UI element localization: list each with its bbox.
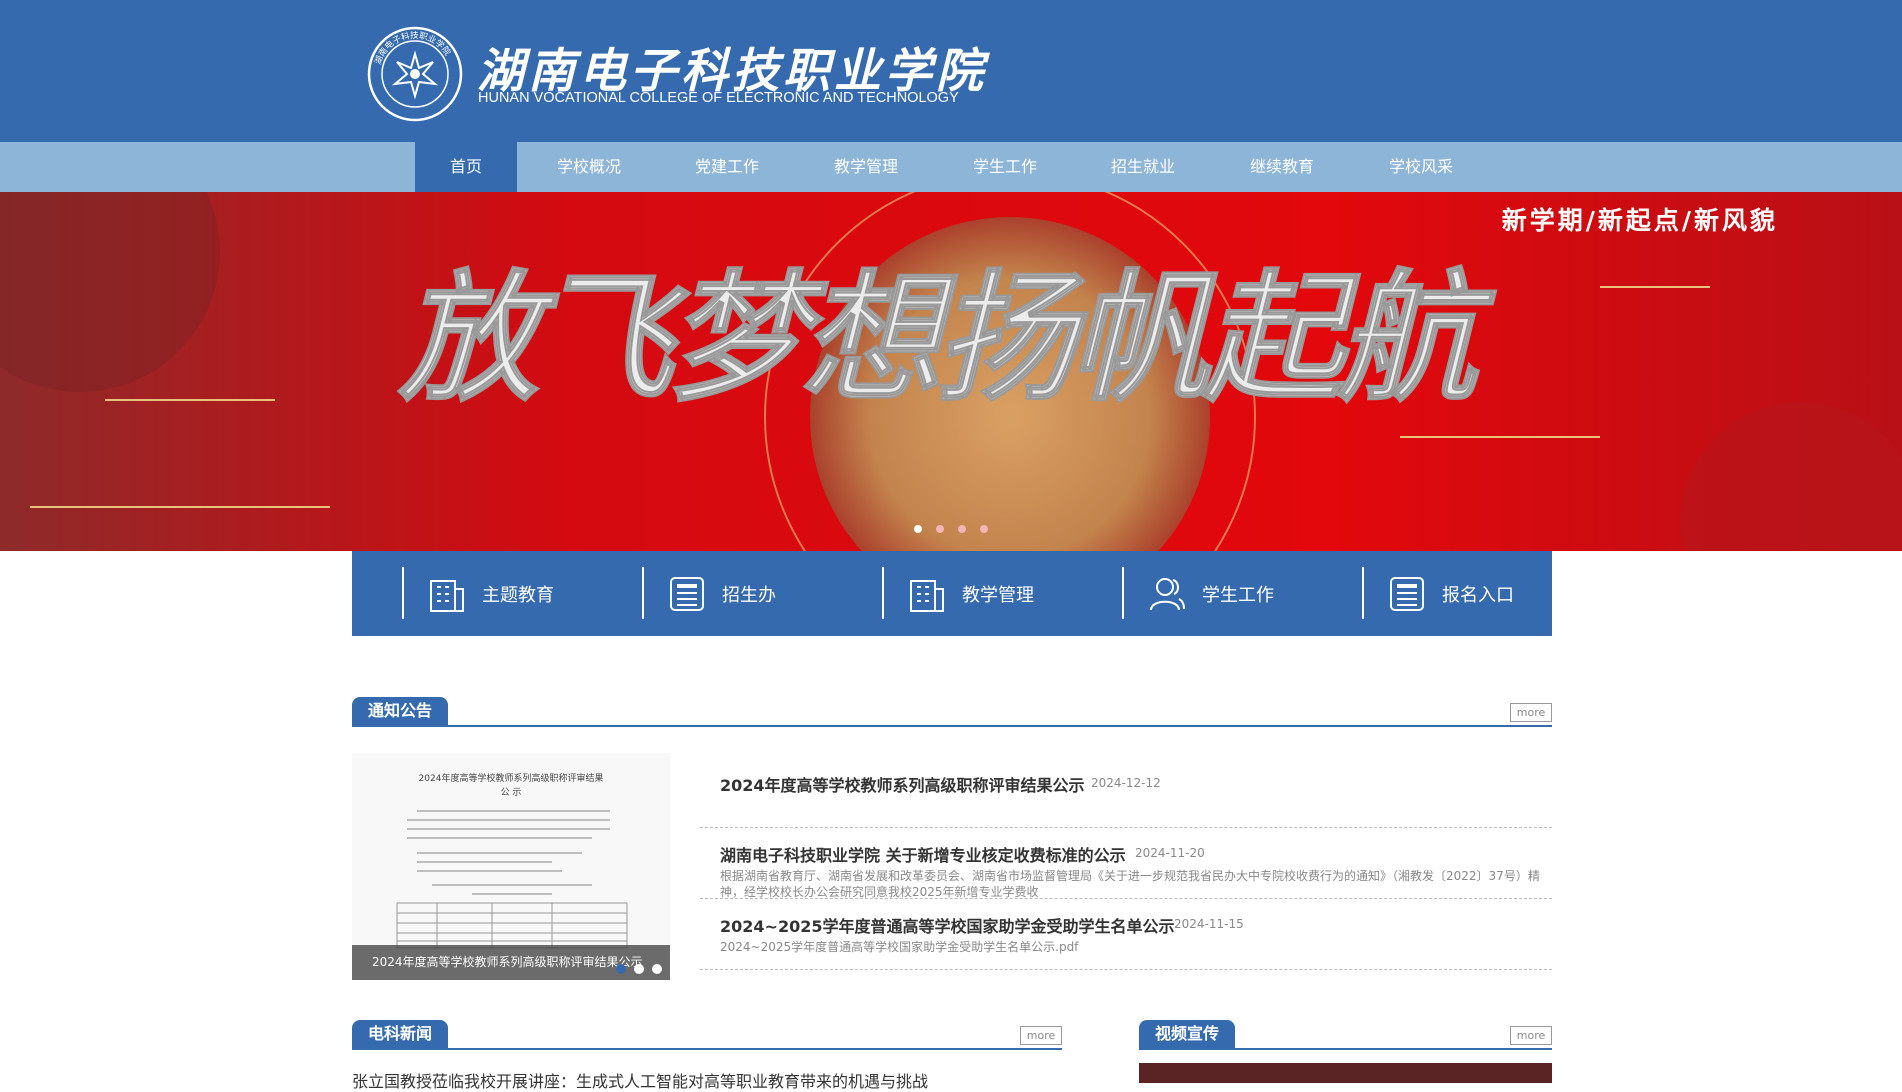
notice-date: 2024-11-15 <box>1174 917 1244 931</box>
quick-link-admissions-office[interactable]: 招生办 <box>642 567 842 619</box>
main-nav: 首页 学校概况 党建工作 教学管理 学生工作 招生就业 继续教育 学校风采 <box>0 142 1902 192</box>
nav-item-continuing[interactable]: 继续教育 <box>1231 142 1333 192</box>
slide-dot[interactable] <box>652 964 662 974</box>
college-name-en: HUNAN VOCATIONAL COLLEGE OF ELECTRONIC A… <box>478 90 959 106</box>
notices-header: 通知公告 more <box>352 697 1552 727</box>
quick-link-student-affairs[interactable]: 学生工作 <box>1122 567 1322 619</box>
quick-link-teaching[interactable]: 教学管理 <box>882 567 1082 619</box>
list-item[interactable]: 2024~2025学年度普通高等学校国家助学金受助学生名单公示 2024-11-… <box>700 899 1552 970</box>
quick-link-label: 主题教育 <box>482 585 554 606</box>
notice-slideshow-dots <box>608 959 662 978</box>
notice-summary: 2024~2025学年度普通高等学校国家助学金受助学生名单公示.pdf <box>720 940 1079 954</box>
notices-more-button[interactable]: more <box>1510 703 1552 722</box>
notice-list: 2024年度高等学校教师系列高级职称评审结果公示 2024-12-12 湖南电子… <box>700 748 1552 970</box>
list-item[interactable]: 2024年度高等学校教师系列高级职称评审结果公示 2024-12-12 <box>700 748 1552 828</box>
video-thumbnail[interactable] <box>1139 1063 1552 1083</box>
quick-link-label: 教学管理 <box>962 585 1034 606</box>
news-header: 电科新闻 more <box>352 1020 1062 1050</box>
slide-dot[interactable] <box>634 964 644 974</box>
nav-item-gallery[interactable]: 学校风采 <box>1370 142 1472 192</box>
slogan-small: 新学期/新起点/新风貌 <box>1502 206 1778 235</box>
notice-title[interactable]: 湖南电子科技职业学院 关于新增专业核定收费标准的公示 <box>720 842 1126 866</box>
news-more-button[interactable]: more <box>1020 1026 1062 1045</box>
notice-slideshow[interactable]: 2024年度高等学校教师系列高级职称评审结果 公 示 2024年度高等学校教师系… <box>352 753 670 980</box>
quick-link-theme-education[interactable]: 主题教育 <box>402 567 602 619</box>
nav-item-party[interactable]: 党建工作 <box>676 142 778 192</box>
hero-banner[interactable]: 新学期/新起点/新风貌 放飞梦想扬帆起航 <box>0 192 1902 551</box>
svg-text:公 示: 公 示 <box>501 787 522 798</box>
news-item[interactable]: 张立国教授莅临我校开展讲座：生成式人工智能对高等职业教育带来的机遇与挑战 <box>352 1068 928 1092</box>
site-logo[interactable]: 湖南电子科技职业学院 湖南电子科技职业学院 HUNAN VOCATIONAL C… <box>367 26 983 122</box>
quick-link-label: 报名入口 <box>1442 585 1514 606</box>
quick-link-label: 招生办 <box>722 585 776 606</box>
news-title[interactable]: 电科新闻 <box>352 1020 449 1048</box>
nav-item-teaching[interactable]: 教学管理 <box>815 142 917 192</box>
nav-item-admission[interactable]: 招生就业 <box>1092 142 1194 192</box>
carousel-dot[interactable] <box>914 525 922 533</box>
svg-text:2024年度高等学校教师系列高级职称评审结果: 2024年度高等学校教师系列高级职称评审结果 <box>419 772 604 784</box>
building-icon <box>910 580 944 612</box>
nav-item-about[interactable]: 学校概况 <box>538 142 640 192</box>
site-header: 湖南电子科技职业学院 湖南电子科技职业学院 HUNAN VOCATIONAL C… <box>0 0 1902 142</box>
svg-text:新学期/新起点/新风貌: 新学期/新起点/新风貌 <box>1502 206 1778 235</box>
list-item[interactable]: 湖南电子科技职业学院 关于新增专业核定收费标准的公示 2024-11-20 根据… <box>700 828 1552 899</box>
slogan-big: 放飞梦想扬帆起航 <box>397 256 1504 422</box>
notice-title[interactable]: 2024~2025学年度普通高等学校国家助学金受助学生名单公示 <box>720 913 1174 937</box>
carousel-dot[interactable] <box>958 525 966 533</box>
notice-summary: 根据湖南省教育厅、湖南省发展和改革委员会、湖南省市场监督管理局《关于进一步规范我… <box>720 869 1540 899</box>
nav-item-students[interactable]: 学生工作 <box>954 142 1056 192</box>
building-icon <box>430 580 464 612</box>
quick-link-label: 学生工作 <box>1202 585 1274 606</box>
college-seal-icon: 湖南电子科技职业学院 <box>367 26 463 122</box>
nav-item-home[interactable]: 首页 <box>415 142 517 192</box>
video-more-button[interactable]: more <box>1510 1026 1552 1045</box>
users-icon <box>1150 578 1185 611</box>
banner-artwork: 新学期/新起点/新风貌 放飞梦想扬帆起航 <box>0 192 1902 551</box>
carousel-dot[interactable] <box>936 525 944 533</box>
notices-title[interactable]: 通知公告 <box>352 697 449 725</box>
quick-link-registration[interactable]: 报名入口 <box>1362 567 1552 619</box>
newspaper-icon <box>1390 577 1424 611</box>
notice-title[interactable]: 2024年度高等学校教师系列高级职称评审结果公示 <box>720 772 1085 796</box>
slide-dot[interactable] <box>616 964 626 974</box>
notice-date: 2024-11-20 <box>1135 846 1205 860</box>
quick-links-bar: 主题教育 招生办 教学管理 学生工作 报名入口 <box>352 551 1552 636</box>
notice-date: 2024-12-12 <box>1091 776 1161 790</box>
carousel-dot[interactable] <box>980 525 988 533</box>
video-title[interactable]: 视频宣传 <box>1139 1020 1236 1048</box>
newspaper-icon <box>670 577 704 611</box>
video-header: 视频宣传 more <box>1139 1020 1552 1050</box>
svg-text:放飞梦想扬帆起航: 放飞梦想扬帆起航 <box>398 257 1497 421</box>
